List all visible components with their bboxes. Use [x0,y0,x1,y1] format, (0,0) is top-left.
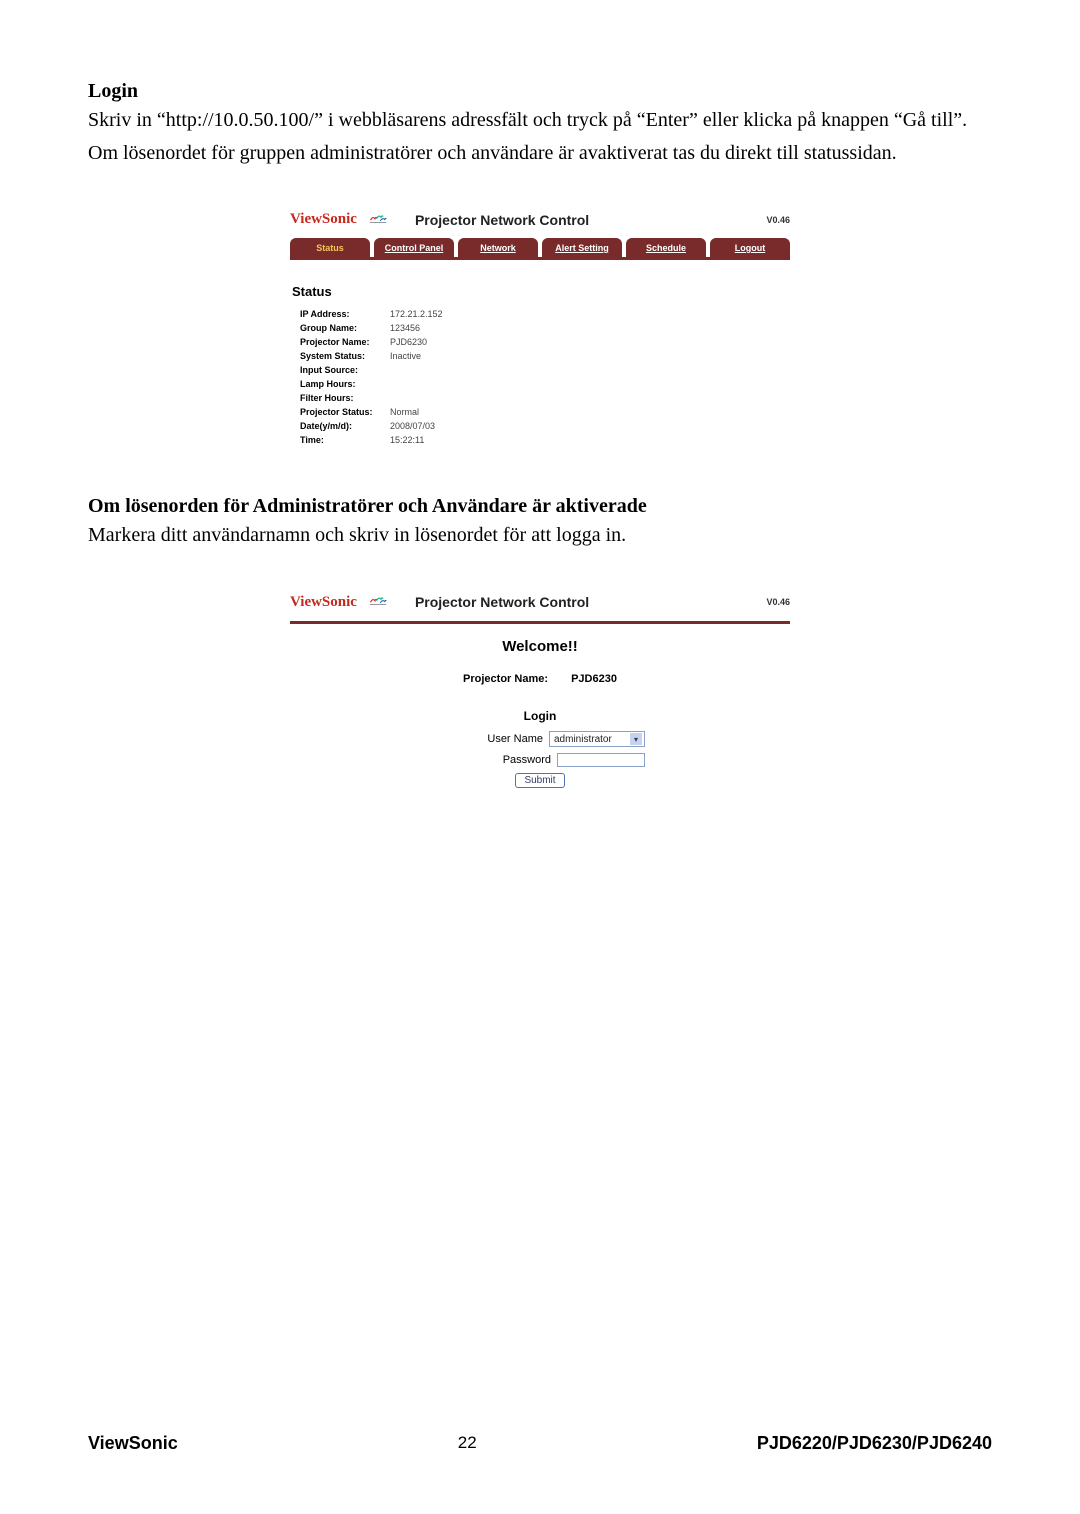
password-label: Password [503,754,551,766]
row-value: Normal [390,407,419,417]
table-row: Time:15:22:11 [300,435,790,445]
projector-line: Projector Name: PJD6230 [290,673,790,685]
username-select[interactable]: administrator ▾ [549,731,645,747]
row-label: Filter Hours: [300,393,390,403]
tab-schedule[interactable]: Schedule [626,238,706,257]
version-label: V0.46 [766,597,790,607]
row-value: 172.21.2.152 [390,309,443,319]
tab-logout[interactable]: Logout [710,238,790,257]
chevron-down-icon: ▾ [630,733,642,745]
table-row: Group Name:123456 [300,323,790,333]
screenshot-login-page: ViewSonic Projector Network Control V0.4… [290,589,790,788]
tab-status[interactable]: Status [290,238,370,257]
table-row: Filter Hours: [300,393,790,403]
page-footer: ViewSonic 22 PJD6220/PJD6230/PJD6240 [88,1433,992,1454]
table-row: Projector Name:PJD6230 [300,337,790,347]
status-heading: Status [292,284,790,299]
username-select-value: administrator [554,734,612,745]
welcome-heading: Welcome!! [290,638,790,655]
row-label: Lamp Hours: [300,379,390,389]
table-row: System Status:Inactive [300,351,790,361]
footer-brand: ViewSonic [88,1433,178,1454]
row-label: Projector Status: [300,407,390,417]
password-input[interactable] [557,753,645,767]
heading-login: Login [88,80,992,103]
table-row: Input Source: [300,365,790,375]
paragraph-3: Markera ditt användarnamn och skriv in l… [88,522,992,549]
username-label: User Name [487,733,543,745]
version-label: V0.46 [766,215,790,225]
paragraph-1: Skriv in “http://10.0.50.100/” i webbläs… [88,107,992,134]
brand-name: ViewSonic [290,211,357,228]
projector-name-value: PJD6230 [571,673,617,685]
row-label: Input Source: [300,365,390,375]
app-title: Projector Network Control [415,594,589,610]
tab-alert-setting[interactable]: Alert Setting [542,238,622,257]
row-value: 123456 [390,323,420,333]
projector-name-label: Projector Name: [463,673,548,685]
header-rule [290,621,790,624]
row-label: System Status: [300,351,390,361]
brand-birds-icon [369,212,387,227]
brand-name: ViewSonic [290,594,357,611]
nav-tabs: Status Control Panel Network Alert Setti… [290,238,790,260]
row-value: 15:22:11 [390,435,424,445]
brand-birds-icon [369,593,387,611]
table-row: IP Address:172.21.2.152 [300,309,790,319]
tab-control-panel[interactable]: Control Panel [374,238,454,257]
login-section-label: Login [290,709,790,723]
page-number: 22 [458,1433,477,1454]
table-row: Lamp Hours: [300,379,790,389]
submit-button[interactable]: Submit [515,773,564,788]
heading-passwords-enabled: Om lösenorden för Administratörer och An… [88,495,992,518]
row-value: PJD6230 [390,337,427,347]
row-value: Inactive [390,351,421,361]
row-label: Date(y/m/d): [300,421,390,431]
table-row: Projector Status:Normal [300,407,790,417]
row-label: Projector Name: [300,337,390,347]
paragraph-2: Om lösenordet för gruppen administratöre… [88,140,992,167]
app-title: Projector Network Control [415,212,589,228]
login-form: User Name administrator ▾ Password Submi… [435,731,645,788]
table-row: Date(y/m/d):2008/07/03 [300,421,790,431]
screenshot-status-page: ViewSonic Projector Network Control V0.4… [290,207,790,445]
status-table: IP Address:172.21.2.152 Group Name:12345… [300,309,790,445]
row-label: Time: [300,435,390,445]
footer-models: PJD6220/PJD6230/PJD6240 [757,1433,992,1454]
row-label: Group Name: [300,323,390,333]
tab-network[interactable]: Network [458,238,538,257]
row-label: IP Address: [300,309,390,319]
row-value: 2008/07/03 [390,421,435,431]
